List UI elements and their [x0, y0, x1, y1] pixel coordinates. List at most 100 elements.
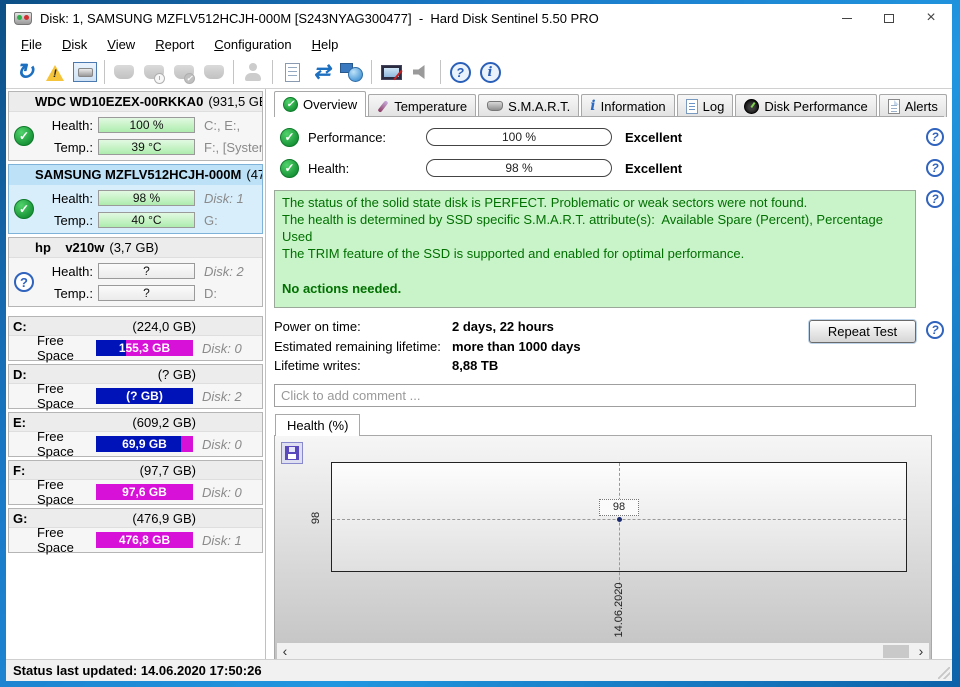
status-help-icon[interactable] — [926, 190, 944, 208]
health-row: Health: 98 % Excellent — [274, 157, 916, 179]
chart-tab-health[interactable]: Health (%) — [275, 414, 360, 436]
remote-monitor-icon[interactable] — [377, 58, 405, 86]
status-bar-text: Status last updated: 14.06.2020 17:50:26 — [13, 663, 262, 678]
status-line: The TRIM feature of the SSD is supported… — [282, 245, 908, 262]
menu-configuration[interactable]: Configuration — [204, 34, 301, 55]
partition-letters: C:, E:, — [204, 118, 240, 133]
warning-icon[interactable] — [41, 58, 69, 86]
health-chart-section: Health (%) 98 98 14.06.2020 ‹ › — [274, 414, 932, 663]
scroll-right-arrow[interactable]: › — [913, 643, 929, 660]
disk-report-icon[interactable] — [71, 58, 99, 86]
main-panel: Overview Temperature S.M.A.R.T. Informat… — [266, 89, 952, 659]
tab-temperature[interactable]: Temperature — [368, 94, 476, 117]
y-axis-tick: 98 — [310, 508, 322, 528]
scroll-left-arrow[interactable]: ‹ — [277, 643, 293, 660]
menu-disk[interactable]: Disk — [52, 34, 97, 55]
disk-entry-1-selected[interactable]: SAMSUNG MZFLV512HCJH-000M (476,9 GB) Hea… — [8, 164, 263, 234]
menu-view[interactable]: View — [97, 34, 145, 55]
free-space-label: Free Space — [37, 381, 96, 411]
health-help-icon[interactable] — [926, 159, 944, 177]
comment-input[interactable] — [274, 384, 916, 407]
detect-disk-2-icon — [200, 58, 228, 86]
report-document-icon[interactable] — [278, 58, 306, 86]
info-icon — [590, 99, 595, 113]
chart-panel: 98 98 14.06.2020 ‹ › — [274, 435, 932, 663]
sound-icon[interactable] — [407, 58, 435, 86]
refresh-icon[interactable] — [11, 58, 39, 86]
tab-disk-performance[interactable]: Disk Performance — [735, 94, 876, 117]
tab-label: Overview — [303, 97, 357, 112]
toolbar-separator — [440, 60, 441, 84]
temp-bar: 39 °C — [98, 139, 195, 155]
tab-smart[interactable]: S.M.A.R.T. — [478, 94, 579, 117]
status-text-section: The status of the solid state disk is PE… — [274, 190, 916, 308]
performance-label: Performance: — [308, 130, 408, 145]
partition-disk-ref: Disk: 2 — [202, 389, 242, 404]
free-space-bar: 69,9 GB — [96, 436, 193, 452]
partition-entry-e[interactable]: E: (609,2 GB) Free Space 69,9 GB Disk: 0 — [8, 412, 263, 457]
app-disk-icon — [14, 12, 32, 25]
menu-file[interactable]: File — [11, 34, 52, 55]
partition-entry-c[interactable]: C: (224,0 GB) Free Space 155,3 GB Disk: … — [8, 316, 263, 361]
partition-letter: G: — [13, 511, 27, 526]
tab-label: Alerts — [905, 99, 938, 114]
toolbar-separator — [233, 60, 234, 84]
info-value: 8,88 TB — [452, 356, 498, 376]
menu-report[interactable]: Report — [145, 34, 204, 55]
disk-name: WDC WD10EZEX-00RKKA0 — [35, 94, 203, 109]
status-bar: Status last updated: 14.06.2020 17:50:26 — [6, 659, 952, 681]
status-text-box: The status of the solid state disk is PE… — [274, 190, 916, 308]
toolbar — [6, 56, 952, 89]
partition-letters: D: — [204, 286, 217, 301]
partition-list: C: (224,0 GB) Free Space 155,3 GB Disk: … — [8, 316, 263, 553]
tab-overview[interactable]: Overview — [274, 91, 366, 117]
free-space-value: 69,9 GB — [96, 436, 193, 452]
resize-grip[interactable] — [938, 667, 950, 679]
free-space-label: Free Space — [37, 333, 96, 363]
partition-letter: E: — [13, 415, 26, 430]
chart-scrollbar[interactable]: ‹ › — [277, 643, 929, 660]
close-button[interactable]: × — [910, 4, 952, 32]
tab-alerts[interactable]: Alerts — [879, 94, 947, 117]
maximize-button[interactable] — [868, 4, 910, 32]
status-line: The status of the solid state disk is PE… — [282, 194, 908, 211]
disk-entry-2[interactable]: hp v210w (3,7 GB) Health: ? Disk: 2 Temp… — [8, 237, 263, 307]
partition-letters: G: — [204, 213, 218, 228]
disk-size: (476,9 GB) — [246, 167, 262, 182]
information-icon[interactable] — [476, 58, 504, 86]
disk-number: Disk: 1 — [204, 191, 244, 206]
tab-information[interactable]: Information — [581, 94, 674, 117]
scroll-track[interactable] — [293, 643, 913, 660]
disk-check-icon — [170, 58, 198, 86]
scroll-thumb[interactable] — [883, 645, 909, 658]
performance-help-icon[interactable] — [926, 128, 944, 146]
lifetime-info-section: Power on time: 2 days, 22 hours Estimate… — [274, 317, 916, 376]
free-space-value: 155,3 GB — [96, 340, 193, 356]
health-bar: 98 % — [98, 190, 195, 206]
repeat-test-button[interactable]: Repeat Test — [809, 320, 916, 343]
partition-entry-f[interactable]: F: (97,7 GB) Free Space 97,6 GB Disk: 0 — [8, 460, 263, 505]
repeat-test-help-icon[interactable] — [926, 321, 944, 339]
health-label: Health: — [308, 161, 408, 176]
menu-help[interactable]: Help — [302, 34, 349, 55]
disk-entry-0[interactable]: WDC WD10EZEX-00RKKA0 (931,5 GB) Disk: He… — [8, 91, 263, 161]
detect-disk-icon — [110, 58, 138, 86]
tab-label: Temperature — [394, 99, 467, 114]
minimize-button[interactable] — [826, 4, 868, 32]
info-value: 2 days, 22 hours — [452, 317, 554, 337]
help-icon[interactable] — [446, 58, 474, 86]
partition-entry-d[interactable]: D: (? GB) Free Space (? GB) Disk: 2 — [8, 364, 263, 409]
partition-disk-ref: Disk: 0 — [202, 485, 242, 500]
save-chart-button[interactable] — [281, 442, 303, 464]
free-space-bar: 97,6 GB — [96, 484, 193, 500]
no-actions-text: No actions needed. — [282, 280, 908, 297]
network-icon[interactable] — [338, 58, 366, 86]
sync-icon[interactable] — [308, 58, 336, 86]
disk-header: WDC WD10EZEX-00RKKA0 (931,5 GB) Disk: — [9, 92, 262, 112]
tab-log[interactable]: Log — [677, 94, 734, 117]
free-space-value: 476,8 GB — [96, 532, 193, 548]
temp-bar: 40 °C — [98, 212, 195, 228]
disk-sidebar: WDC WD10EZEX-00RKKA0 (931,5 GB) Disk: He… — [6, 89, 266, 659]
disk-number: Disk: 2 — [204, 264, 244, 279]
partition-entry-g[interactable]: G: (476,9 GB) Free Space 476,8 GB Disk: … — [8, 508, 263, 553]
